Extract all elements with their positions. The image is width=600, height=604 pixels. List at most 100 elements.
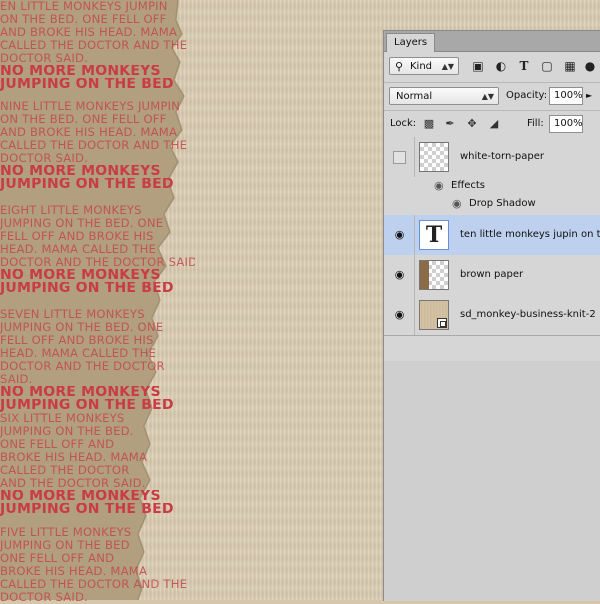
verse-line: jumping on the bed. [0,425,134,438]
layer-effects-group: ◉ Effects ◉ Drop Shadow [384,177,600,216]
verse-line: called the doctor and the [0,139,188,152]
brown-paper-preview [420,261,429,289]
adjustment-filter-icon[interactable]: ◐ [493,58,509,74]
verse-line: six little monkeys [0,412,125,425]
verse-line: fell off and broke his [0,334,154,347]
refrain-line: jumping on the bed [0,178,174,191]
lock-label: Lock: [390,118,417,129]
refrain-line: no more monkeys [0,490,161,503]
layer-name: ten little monkeys jupin on the bed [460,229,600,240]
layer-name: sd_monkey-business-knit-2 [460,309,596,320]
layers-empty-area [384,361,600,601]
layer-thumbnail [419,142,449,172]
layer-row-white-torn-paper[interactable]: white-torn-paper [384,137,600,178]
refrain-line: no more monkeys [0,386,161,399]
layer-name: brown paper [460,269,524,280]
refrain-line: jumping on the bed [0,282,174,295]
layer-row-brown-paper[interactable]: ◉ brown paper [384,255,600,296]
visibility-off-icon[interactable] [393,151,406,164]
visibility-cell[interactable] [384,137,415,177]
opacity-label: Opacity: [506,90,548,101]
verse-line: head. mama called the [0,243,157,256]
verse-line: called the doctor and the [0,578,188,591]
refrain-line: no more monkeys [0,65,161,78]
blend-row: Normal ▲▼ Opacity: 100% ► [384,82,600,111]
image-filter-icon[interactable]: ▣ [470,58,486,74]
refrain-line: jumping on the bed [0,399,174,412]
eye-icon[interactable]: ◉ [393,268,406,281]
verse-line: eight little monkeys [0,204,142,217]
smart-object-badge-icon [437,318,447,328]
visibility-cell[interactable]: ◉ [384,215,415,255]
verse-line: and broke his head. mama [0,26,178,39]
type-filter-icon[interactable]: T [516,58,532,74]
verse-line: jumping on the bed. one [0,321,164,334]
verse-line: said. [0,373,33,386]
verse-line: head. mama called the [0,347,157,360]
lock-position-icon[interactable]: ✥ [465,116,479,132]
blend-mode-select[interactable]: Normal ▲▼ [389,87,499,105]
effects-eye-icon[interactable]: ◉ [434,179,444,192]
verse-line: on the bed. one fell off [0,13,167,26]
layer-name: white-torn-paper [460,151,544,162]
verse-line: and the doctor said. [0,477,146,490]
filter-row: ⚲ Kind ▲▼ ▣ ◐ T ▢ ▦ ● [384,52,600,83]
updown-arrows-icon: ▲▼ [441,62,454,71]
effects-label: Effects [451,180,485,191]
verse-six: six little monkeys jumping on the bed. o… [0,412,195,516]
lock-image-icon[interactable]: ✒ [443,116,457,132]
search-icon: ⚲ [395,60,404,73]
verse-line: doctor said. [0,52,89,65]
layer-row-text[interactable]: ◉ T ten little monkeys jupin on the bed [384,215,600,256]
layer-thumbnail [419,260,449,290]
refrain-line: no more monkeys [0,269,161,282]
verse-line: one fell off and [0,552,115,565]
text-layer-thumbnail: T [419,220,449,250]
shape-filter-icon[interactable]: ▢ [539,58,555,74]
verse-line: one fell off and [0,438,115,451]
filter-kind-label: Kind [410,61,433,72]
layer-thumbnail [419,300,449,330]
verse-line: doctor and the doctor [0,360,165,373]
lock-row: Lock: ▩ ✒ ✥ ◢ Fill: 100% [384,111,600,138]
verse-ten: en little monkeys jumpin on the bed. one… [0,0,195,91]
verse-line: doctor and the doctor said [0,256,195,269]
fill-label: Fill: [527,118,544,129]
verse-line: doctor said. [0,591,89,604]
verse-line: on the bed. one fell off [0,113,167,126]
verse-seven: seven little monkeys jumping on the bed.… [0,308,195,412]
smart-object-filter-icon[interactable]: ▦ [562,58,578,74]
eye-icon[interactable]: ◉ [393,308,406,321]
drop-shadow-eye-icon[interactable]: ◉ [452,197,462,210]
opacity-input[interactable]: 100% [549,87,583,105]
filter-toggle-icon[interactable]: ● [584,58,596,74]
panel-tab-bar: Layers [384,31,600,52]
visibility-cell[interactable]: ◉ [384,255,415,295]
lock-all-icon[interactable]: ◢ [487,116,501,132]
verse-line: doctor said. [0,152,89,165]
verse-nine: nine little monkeys jumpin on the bed. o… [0,100,195,191]
effect-drop-shadow[interactable]: Drop Shadow [469,198,536,209]
refrain-line: no more monkeys [0,165,161,178]
verse-line: jumping on the bed [0,539,130,552]
verse-line: called the doctor [0,464,130,477]
lock-transparency-icon[interactable]: ▩ [422,116,436,132]
tab-layers[interactable]: Layers [386,33,436,52]
visibility-cell[interactable]: ◉ [384,295,415,335]
verse-line: nine little monkeys jumpin [0,100,181,113]
verse-line: and broke his head. mama [0,126,178,139]
eye-icon[interactable]: ◉ [393,228,406,241]
filter-kind-select[interactable]: ⚲ Kind ▲▼ [389,57,459,75]
opacity-slider-arrow-icon[interactable]: ► [586,87,592,105]
fill-input[interactable]: 100% [549,115,583,133]
verse-line: broke his head. mama [0,451,148,464]
refrain-line: jumping on the bed [0,503,174,516]
updown-arrows-icon: ▲▼ [481,92,494,101]
verse-line: en little monkeys jumpin [0,0,168,13]
refrain-line: jumping on the bed [0,78,174,91]
verse-five: five little monkeys jumping on the bed o… [0,526,195,604]
verse-line: called the doctor and the [0,39,188,52]
blend-mode-value: Normal [396,91,433,102]
layer-row-knit[interactable]: ◉ sd_monkey-business-knit-2 [384,295,600,336]
verse-line: five little monkeys [0,526,132,539]
